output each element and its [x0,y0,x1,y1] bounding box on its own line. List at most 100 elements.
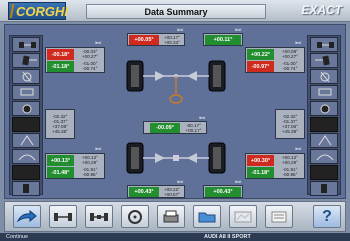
turning-angle-icon[interactable] [310,149,338,164]
rear-toe-icon[interactable] [310,165,338,180]
rear-right-camber-spec: -01.91° -00.95° [282,167,298,177]
front-left-camber-spec: -01.00° -00.74° [82,61,98,71]
brand-logo: CORGHI [8,2,68,20]
alignment-panel: -00.18° -01.18° -00.03° +00.27° -01.00° -0… [4,24,346,199]
status-action: Continue [6,234,29,240]
product-brand: EXACT [301,3,342,17]
rear-right-values: +00.30° -01.18° +00.12° +00.29° -01.91° -0… [245,153,305,179]
vehicle-name: AUDI A8 II SPORT [204,234,251,240]
wheel-angle-icon[interactable] [310,101,338,116]
front-total-tag: limit [235,28,242,32]
front-left-camber: -01.18° [47,61,74,72]
front-axle-button[interactable] [49,205,77,228]
front-right-toe-spec: +00.08° +00.27° [281,49,298,59]
rear-total-value: +00.43° [205,187,241,197]
rear-left-toe: +00.13° [47,155,74,166]
turning-angle-icon[interactable] [12,149,40,164]
rear-left-values: +00.13° -01.48° +00.12° +00.29° -01.91° -0… [45,153,105,179]
help-button[interactable]: ? [313,205,341,228]
setback-icon[interactable] [12,117,40,132]
front-center-values: +00.05° +00.17° +00.33° [127,33,185,46]
toe-icon[interactable] [310,37,338,52]
front-axle-diagram [126,60,226,104]
rear-center-value: +00.43° [129,187,159,197]
thrust-angle-values: -00.09° -00.17° +00.17° [143,121,207,134]
rear-right-toe: +00.30° [247,155,274,166]
right-mid-values: -02.32° -01.37° +37.06° +45.38° [275,109,305,139]
front-left-toe-spec: -00.03° +00.27° [81,49,98,59]
front-center-value: +00.05° [129,35,159,45]
rear-center-tag: limit [177,180,184,184]
arrow-right-icon [16,209,37,222]
front-total-value: +00.11° [205,35,241,45]
front-right-camber-spec: -01.00° -00.74° [282,61,298,71]
rear-left-camber-spec: -01.91° -00.95° [82,167,98,177]
continue-button[interactable] [13,205,41,228]
left-mid-list: -02.32° -01.37° +37.06° +45.38° [51,114,68,134]
front-right-tag: limit [295,41,302,45]
thrust-angle-spec: -00.17° +00.17° [185,123,202,133]
map-button[interactable] [229,205,257,228]
axle-front-icon [54,212,72,221]
rear-toe-icon[interactable] [12,165,40,180]
rear-camber-icon[interactable] [12,181,40,196]
front-right-values: +00.22° -00.97° +00.08° +00.27° -01.00° -0… [245,47,305,73]
rear-right-toe-spec: +00.12° +00.29° [281,155,298,165]
caster-icon[interactable] [12,69,40,84]
rear-total-tag: limit [235,180,242,184]
map-icon [234,211,252,222]
thrust-angle-tag: limit [199,116,206,120]
logo-text: CORGHI [16,3,68,19]
steering-button[interactable] [121,205,149,228]
caster-icon[interactable] [310,69,338,84]
left-icon-column [9,35,43,196]
front-right-toe: +00.22° [247,49,274,60]
rear-center-spec: +00.22° +00.57° [163,187,180,197]
thrust-angle-value: -00.09° [150,123,180,133]
title-bar: CORGHI Data Summary EXACT [0,0,350,22]
wheel-angle-icon[interactable] [12,101,40,116]
document-icon [271,211,287,222]
front-center-spec: +00.17° +00.33° [163,35,180,45]
kingpin-icon[interactable] [12,85,40,100]
bottom-toolbar: ? [4,201,346,232]
included-angle-icon[interactable] [310,133,338,148]
rear-left-camber: -01.48° [47,167,74,178]
left-mid-values: -02.32° -01.37° +37.06° +45.38° [45,109,75,139]
front-left-tag: limit [95,41,102,45]
print-button[interactable] [157,205,185,228]
axle-rear-icon [90,212,108,221]
rear-left-toe-spec: +00.12° +00.29° [81,155,98,165]
kingpin-icon[interactable] [310,85,338,100]
rear-total-values: +00.43° [203,185,243,198]
rear-center-values: +00.43° +00.22° +00.57° [127,185,185,198]
front-right-camber: -00.97° [247,61,274,72]
rear-right-tag: limit [295,147,302,151]
open-folder-button[interactable] [193,205,221,228]
rear-right-camber: -01.18° [247,167,274,178]
page-title: Data Summary [86,4,266,19]
help-icon: ? [322,207,332,225]
rear-axle-diagram [126,142,226,174]
rear-left-tag: limit [95,147,102,151]
right-mid-list: -02.32° -01.37° +37.06° +45.38° [281,114,298,134]
setback-icon[interactable] [310,117,338,132]
front-center-tag: limit [177,28,184,32]
included-angle-icon[interactable] [12,133,40,148]
app-screen: CORGHI Data Summary EXACT -00.18° -01.18… [0,0,350,241]
rear-axle-button[interactable] [85,205,113,228]
status-bar: Continue AUDI A8 II SPORT [0,233,350,241]
camber-icon[interactable] [12,53,40,68]
camber-icon[interactable] [310,53,338,68]
rear-camber-icon[interactable] [310,181,338,196]
logo-mark-icon [9,4,15,18]
front-total-values: +00.11° [203,33,243,46]
right-icon-column [307,35,341,196]
steering-wheel-icon [128,209,142,224]
folder-icon [198,212,216,222]
document-button[interactable] [265,205,293,228]
printer-icon [163,210,179,222]
front-left-values: -00.18° -01.18° -00.03° +00.27° -01.00° -0… [45,47,105,73]
toe-icon[interactable] [12,37,40,52]
front-left-toe: -00.18° [47,49,74,60]
